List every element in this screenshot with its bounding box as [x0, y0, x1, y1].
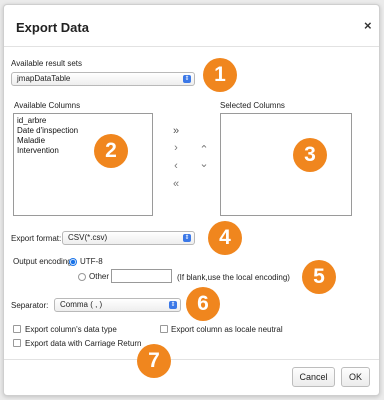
- encoding-other-radio[interactable]: [78, 273, 86, 281]
- export-format-label: Export format:: [11, 234, 62, 243]
- separator-value: Comma ( , ): [60, 300, 103, 309]
- available-column-item[interactable]: Maladie: [17, 136, 149, 146]
- callout-badge-3: 3: [293, 138, 327, 172]
- separator-label: Separator:: [11, 301, 49, 310]
- output-encoding-label: Output encoding:: [13, 257, 74, 266]
- move-up-button[interactable]: ⌃: [197, 144, 211, 156]
- selected-columns-list[interactable]: [220, 113, 352, 216]
- available-column-item[interactable]: Date d'inspection: [17, 126, 149, 136]
- add-column-button[interactable]: ›: [169, 142, 183, 154]
- encoding-utf8-radio[interactable]: [69, 258, 77, 266]
- export-locale-neutral-label: Export column as locale neutral: [171, 325, 283, 334]
- callout-badge-4: 4: [208, 221, 242, 255]
- encoding-other-label: Other: [89, 272, 110, 281]
- export-format-select[interactable]: CSV(*.csv) ⇕: [62, 231, 195, 245]
- callout-badge-7: 7: [137, 344, 171, 378]
- available-columns-list[interactable]: id_arbre Date d'inspection Maladie Interven…: [13, 113, 153, 216]
- available-column-item[interactable]: Intervention: [17, 146, 149, 156]
- separator-select[interactable]: Comma ( , ) ⇕: [54, 298, 181, 312]
- add-all-columns-button[interactable]: »: [169, 125, 183, 137]
- available-column-item[interactable]: id_arbre: [17, 116, 149, 126]
- select-arrow-icon: ⇕: [183, 75, 191, 83]
- select-arrow-icon: ⇕: [183, 234, 191, 242]
- result-sets-label: Available result sets: [11, 59, 82, 68]
- title-divider: [4, 46, 379, 47]
- ok-button[interactable]: OK: [341, 367, 370, 387]
- result-sets-select[interactable]: jmapDataTable ⇕: [11, 72, 195, 86]
- remove-all-columns-button[interactable]: «: [169, 178, 183, 190]
- result-sets-value: jmapDataTable: [17, 74, 71, 83]
- selected-columns-label: Selected Columns: [220, 101, 285, 110]
- move-down-button[interactable]: ⌄: [197, 158, 211, 170]
- available-columns-label: Available Columns: [14, 101, 81, 110]
- footer-divider: [4, 359, 379, 360]
- callout-badge-5: 5: [302, 260, 336, 294]
- export-datatype-label: Export column's data type: [25, 325, 117, 334]
- encoding-hint: (If blank,use the local encoding): [177, 273, 290, 282]
- export-data-dialog: Export Data × Available result sets jmap…: [3, 4, 380, 396]
- encoding-utf8-label: UTF-8: [80, 257, 103, 266]
- export-carriage-return-checkbox[interactable]: [13, 339, 21, 347]
- cancel-button[interactable]: Cancel: [292, 367, 335, 387]
- callout-badge-1: 1: [203, 58, 237, 92]
- callout-badge-6: 6: [186, 287, 220, 321]
- close-icon[interactable]: ×: [364, 19, 372, 33]
- export-locale-neutral-checkbox[interactable]: [160, 325, 168, 333]
- encoding-other-input[interactable]: [111, 269, 172, 283]
- select-arrow-icon: ⇕: [169, 301, 177, 309]
- callout-badge-2: 2: [94, 134, 128, 168]
- dialog-title: Export Data: [16, 20, 89, 35]
- remove-column-button[interactable]: ‹: [169, 160, 183, 172]
- export-format-value: CSV(*.csv): [68, 233, 108, 242]
- export-datatype-checkbox[interactable]: [13, 325, 21, 333]
- export-carriage-return-label: Export data with Carriage Return: [25, 339, 142, 348]
